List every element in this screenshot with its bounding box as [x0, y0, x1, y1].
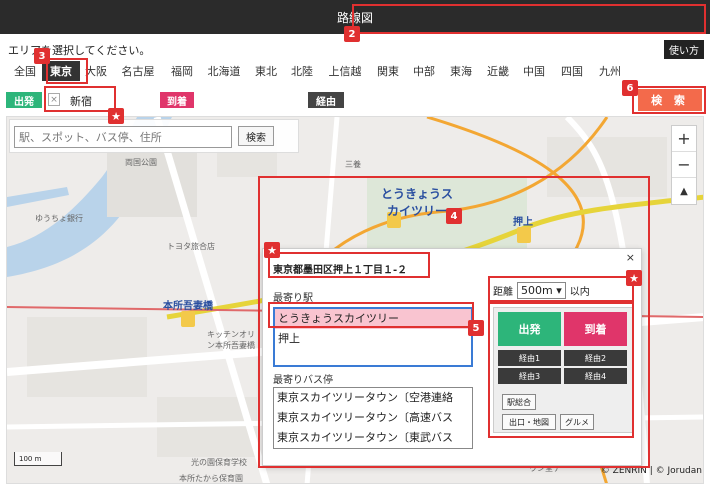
bus-stop-option[interactable]: 東京スカイツリータウン〔空港連絡 [274, 388, 472, 408]
map-label-landmark[interactable]: とうきょうス カイツリー [381, 185, 453, 219]
annotation-star-icon: ★ [626, 270, 642, 286]
region-0[interactable]: 全国 [8, 61, 42, 81]
region-1[interactable]: 東京 [42, 61, 80, 81]
map-label-shop: トヨタ旅合店 [167, 242, 215, 251]
departure-station[interactable]: 新宿 [70, 93, 92, 109]
area-row: エリアを選択してください。 使い方 [8, 40, 704, 59]
search-button[interactable]: 検 索 [638, 89, 702, 111]
region-14[interactable]: 四国 [552, 61, 592, 81]
location-popup: × 東京都墨田区押上１丁目１-２ 最寄り駅 とうきょうスカイツリー 押上 最寄り… [262, 248, 642, 466]
annotation-4: 4 [446, 208, 462, 224]
map-label-park: 両国公園 [125, 158, 157, 167]
popup-actions: 出発 到着 経由1 経由2 経由3 経由4 駅総合 出口・地図 グルメ [493, 307, 633, 433]
annotation-3: 3 [34, 48, 50, 64]
exit-map-button[interactable]: 出口・地図 [502, 414, 556, 430]
annotation-star-icon: ★ [264, 242, 280, 258]
region-5[interactable]: 北海道 [200, 61, 248, 81]
map-label-sanmei: 三養 [345, 160, 361, 169]
map-label-oshiage[interactable]: 押上 [513, 213, 533, 228]
annotation-6: 6 [622, 80, 638, 96]
map-scale: 100 m [14, 452, 62, 466]
map-search-button[interactable]: 検索 [238, 126, 274, 146]
zoom-in-button[interactable]: + [672, 126, 696, 152]
map-label-bank: ゆうちょ銀行 [35, 214, 83, 223]
nearest-station-list[interactable]: とうきょうスカイツリー 押上 [273, 307, 473, 367]
distance-label: 距離 [493, 287, 513, 298]
departure-badge: 出発 [6, 92, 42, 108]
close-icon[interactable]: × [626, 251, 635, 264]
distance-suffix: 以内 [569, 287, 590, 298]
area-prompt: エリアを選択してください。 [8, 44, 151, 57]
zoom-out-button[interactable]: − [672, 152, 696, 178]
region-11[interactable]: 東海 [442, 61, 480, 81]
annotation-2: 2 [344, 26, 360, 42]
bus-stop-option[interactable]: 東京スカイツリータウン〔高速バス [274, 408, 472, 428]
nearest-bus-list[interactable]: 東京スカイツリータウン〔空港連絡 東京スカイツリータウン〔高速バス 東京スカイツ… [273, 387, 473, 449]
region-9[interactable]: 関東 [370, 61, 406, 81]
compass-icon[interactable]: ▲ [672, 178, 696, 204]
station-option[interactable]: 押上 [275, 329, 471, 349]
set-departure-button[interactable]: 出発 [498, 312, 561, 346]
region-4[interactable]: 福岡 [164, 61, 200, 81]
region-13[interactable]: 中国 [516, 61, 552, 81]
distance-filter: 距離 500m ▾ 以内 [493, 282, 590, 299]
region-15[interactable]: 九州 [592, 61, 628, 81]
nearest-bus-label: 最寄りバス停 [273, 375, 333, 386]
map-label-hospital: 本所たから保育園 [179, 474, 243, 483]
map-label-kindergarten: 光の園保育学校 [191, 458, 247, 467]
region-selector: 全国 東京 大阪 名古屋 福岡 北海道 東北 北陸 上信越 関東 中部 東海 近畿 中国 四国 九州 [8, 60, 704, 82]
station-option[interactable]: とうきょうスカイツリー [275, 309, 471, 329]
via-badge[interactable]: 経由 [308, 92, 344, 108]
map-copyright: © ZENRIN | © Jorudan [600, 466, 702, 476]
distance-value: 500m [521, 284, 553, 297]
set-arrival-button[interactable]: 到着 [564, 312, 627, 346]
region-10[interactable]: 中部 [406, 61, 442, 81]
gourmet-button[interactable]: グルメ [560, 414, 594, 430]
via-1-button[interactable]: 経由1 [498, 350, 561, 366]
map-label-kitchen: キッチンオリ ン本所吾妻橋 [207, 330, 255, 350]
map-search-input[interactable] [14, 126, 232, 148]
clear-departure-icon[interactable]: × [48, 93, 60, 106]
via-4-button[interactable]: 経由4 [564, 368, 627, 384]
distance-select[interactable]: 500m ▾ [517, 282, 566, 299]
region-8[interactable]: 上信越 [320, 61, 370, 81]
bus-stop-option[interactable]: 東京スカイツリータウン〔東武バス [274, 428, 472, 448]
region-3[interactable]: 名古屋 [112, 61, 164, 81]
annotation-5: 5 [468, 320, 484, 336]
map-label-honjo[interactable]: 本所吾妻橋 [163, 297, 213, 312]
map-search-panel: 検索 [9, 119, 299, 153]
region-7[interactable]: 北陸 [284, 61, 320, 81]
zoom-controls: + − ▲ [671, 125, 697, 205]
nearest-station-label: 最寄り駅 [273, 293, 313, 304]
region-6[interactable]: 東北 [248, 61, 284, 81]
region-12[interactable]: 近畿 [480, 61, 516, 81]
arrival-badge[interactable]: 到着 [160, 92, 194, 108]
via-3-button[interactable]: 経由3 [498, 368, 561, 384]
region-2[interactable]: 大阪 [80, 61, 112, 81]
station-general-button[interactable]: 駅総合 [502, 394, 536, 410]
via-2-button[interactable]: 経由2 [564, 350, 627, 366]
popup-address: 東京都墨田区押上１丁目１-２ [273, 265, 408, 276]
help-button[interactable]: 使い方 [664, 40, 704, 59]
annotation-star-icon: ★ [108, 108, 124, 124]
